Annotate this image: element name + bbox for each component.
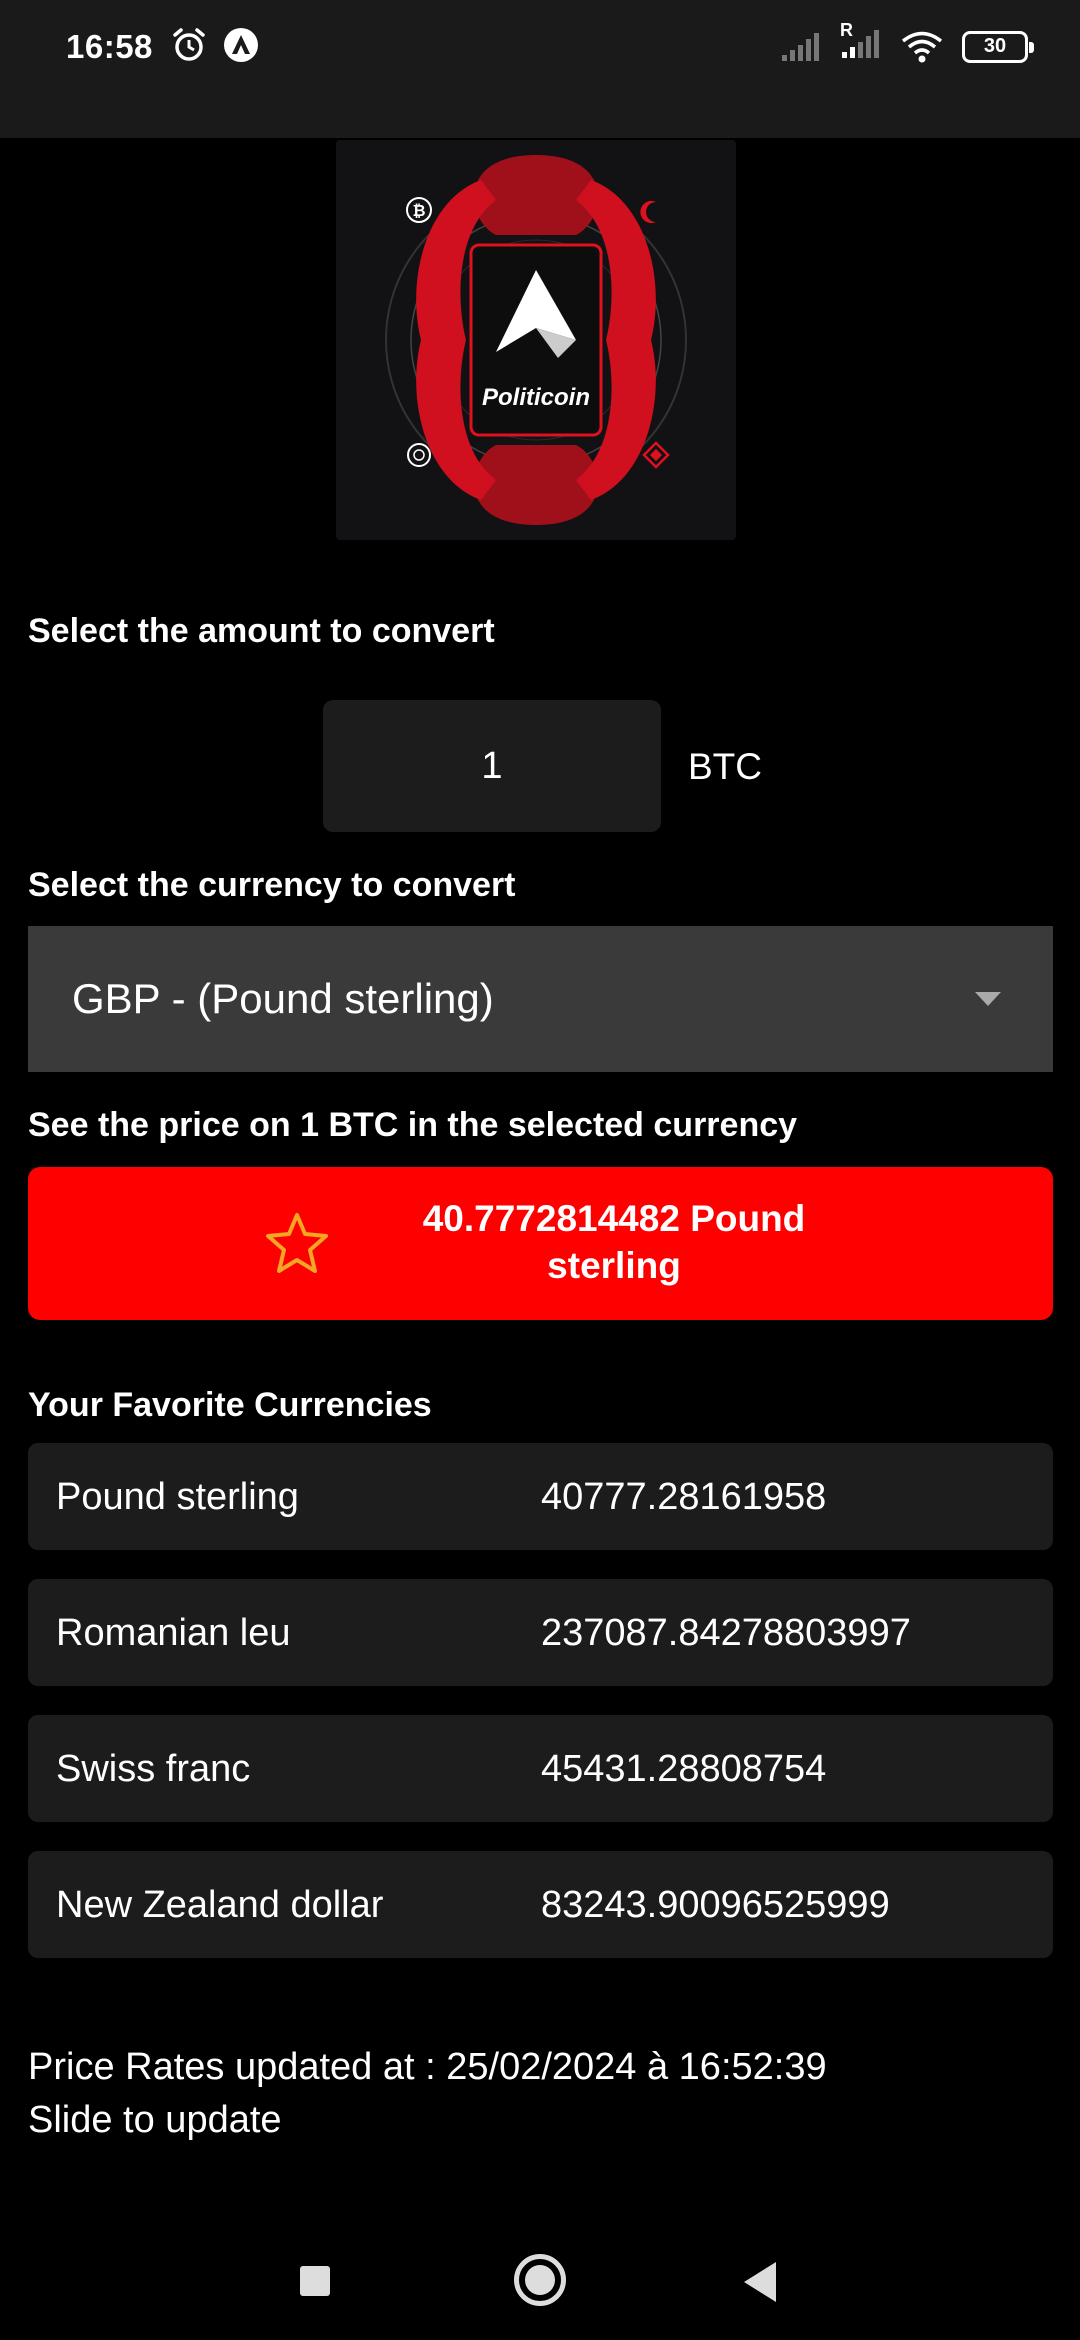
favorite-name: New Zealand dollar	[56, 1884, 384, 1926]
back-button[interactable]	[744, 2262, 776, 2302]
battery-indicator: 30	[962, 30, 1034, 63]
amount-input[interactable]: 1	[323, 700, 661, 832]
price-label: See the price on 1 BTC in the selected c…	[28, 1106, 798, 1144]
amount-unit: BTC	[688, 746, 762, 787]
system-nav-bar	[0, 2210, 1080, 2340]
wifi-icon	[901, 31, 943, 62]
currency-dropdown[interactable]: GBP - (Pound sterling)	[28, 926, 1053, 1072]
currency-selected-value: GBP - (Pound sterling)	[72, 975, 494, 1022]
svg-text:₿: ₿	[412, 202, 425, 220]
favorite-row[interactable]: New Zealand dollar 83243.90096525999	[28, 1851, 1053, 1958]
recents-button[interactable]	[300, 2266, 330, 2296]
battery-level: 30	[983, 35, 1007, 57]
alarm-icon	[173, 28, 205, 61]
favorite-value: 237087.84278803997	[541, 1612, 911, 1654]
favorite-row[interactable]: Swiss franc 45431.28808754	[28, 1715, 1053, 1822]
politicoin-logo-art: Politicoin ₿	[336, 140, 736, 540]
favorites-title: Your Favorite Currencies	[28, 1386, 432, 1424]
signal-icon	[782, 32, 819, 61]
roaming-signal: R	[840, 20, 882, 65]
logo-text: Politicoin	[482, 384, 590, 411]
app-logo: Politicoin ₿	[336, 140, 736, 540]
favorite-row[interactable]: Romanian leu 237087.84278803997	[28, 1579, 1053, 1686]
favorite-name: Pound sterling	[56, 1476, 299, 1518]
favorite-row[interactable]: Pound sterling 40777.28161958	[28, 1443, 1053, 1550]
price-result-line1: 40.7772814482 Pound	[422, 1198, 806, 1239]
app-notification-icon	[224, 28, 258, 62]
home-icon	[525, 2265, 555, 2295]
chevron-down-icon	[975, 992, 1001, 1006]
amount-label: Select the amount to convert	[28, 612, 495, 650]
rates-updated-text: Price Rates updated at : 25/02/2024 à 16…	[28, 2046, 827, 2088]
status-left-icons	[170, 26, 260, 64]
price-result-text: 40.7772814482 Pound sterling	[374, 1195, 854, 1289]
status-time: 16:58	[66, 28, 153, 65]
favorite-name: Romanian leu	[56, 1612, 291, 1654]
price-result-button[interactable]: 40.7772814482 Pound sterling	[28, 1167, 1053, 1320]
currency-label: Select the currency to convert	[28, 866, 516, 904]
star-icon[interactable]	[264, 1211, 330, 1275]
status-bar: 16:58 R 30	[0, 0, 1080, 138]
favorite-value: 83243.90096525999	[541, 1884, 890, 1926]
favorite-value: 45431.28808754	[541, 1748, 827, 1790]
favorite-name: Swiss franc	[56, 1748, 251, 1790]
favorite-value: 40777.28161958	[541, 1476, 827, 1518]
slide-to-update-hint: Slide to update	[28, 2099, 282, 2141]
status-right-icons: R 30	[780, 20, 1034, 65]
price-result-line2: sterling	[547, 1245, 681, 1286]
home-button[interactable]	[514, 2254, 566, 2306]
roaming-badge: R	[840, 20, 853, 40]
